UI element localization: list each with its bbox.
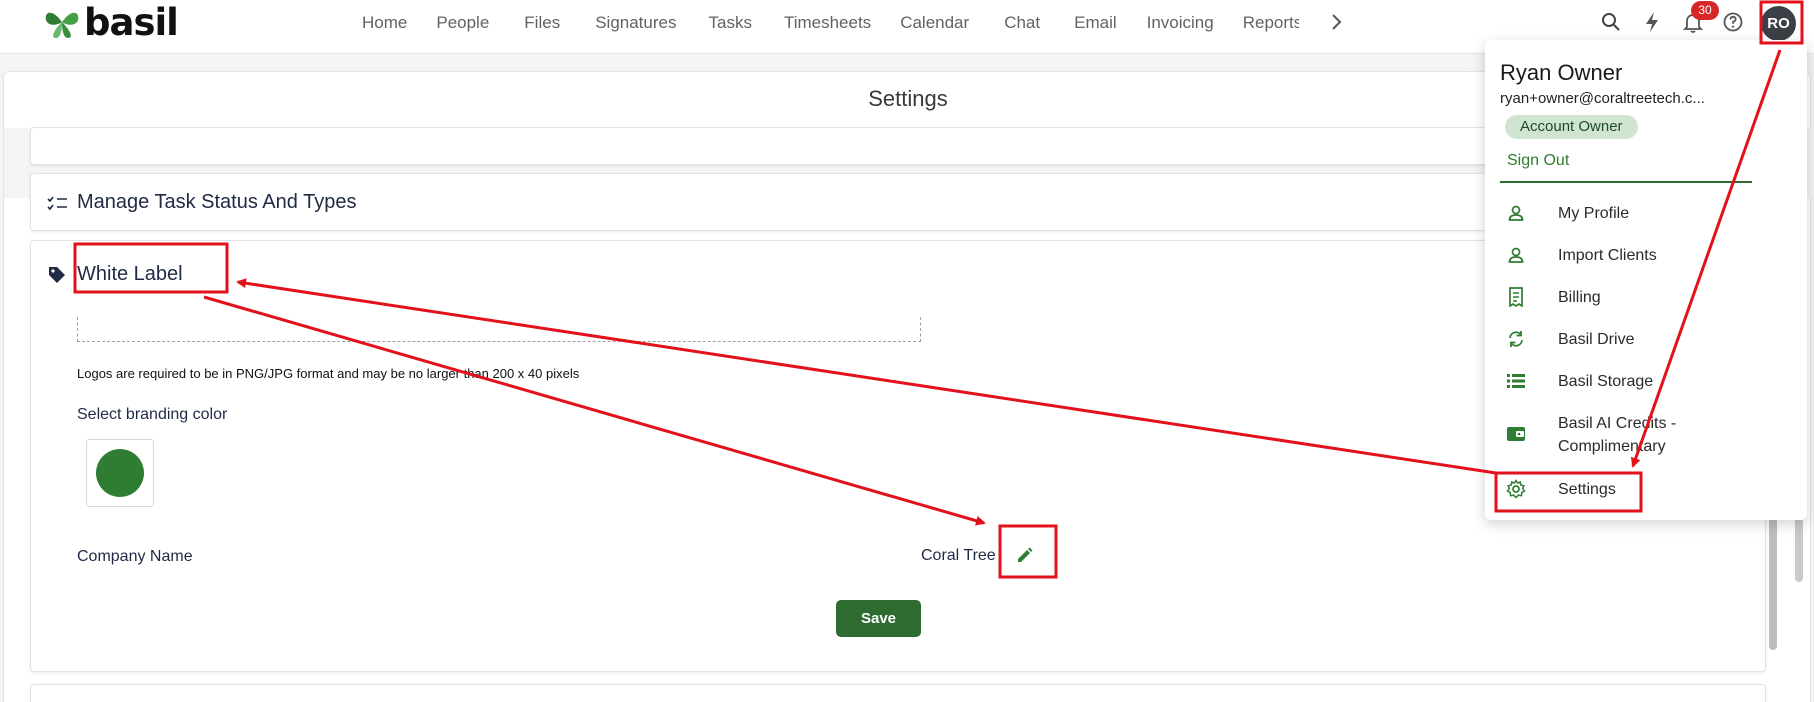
checklist-icon [47,193,69,213]
help-icon[interactable] [1719,8,1747,36]
main-nav: Home People Files Signatures Tasks Times… [350,12,1299,34]
nav-tasks[interactable]: Tasks [708,12,751,34]
nav-files[interactable]: Files [524,12,560,34]
logo-requirements-text: Logos are required to be in PNG/JPG form… [77,366,580,381]
menu-item-basil-ai-credits[interactable]: Basil AI Credits - Complimentary [1500,412,1740,458]
branding-color-label: Select branding color [77,406,228,423]
user-email: ryan+owner@coraltreetech.c... [1500,90,1705,107]
menu-item-label: My Profile [1558,205,1630,222]
save-button[interactable]: Save [836,600,921,637]
nav-chat[interactable]: Chat [1004,12,1040,34]
branding-color-picker[interactable] [86,439,154,507]
task-status-title: Manage Task Status And Types [77,191,357,213]
lightning-icon[interactable] [1638,8,1666,36]
nav-timesheets[interactable]: Timesheets [784,12,871,34]
nav-home[interactable]: Home [362,12,407,34]
tag-icon [47,265,69,285]
menu-item-basil-storage[interactable]: Basil Storage [1500,370,1780,393]
user-dropdown-menu: Ryan Owner ryan+owner@coraltreetech.c...… [1485,40,1807,520]
gear-icon [1504,478,1528,500]
account-role-badge: Account Owner [1505,115,1638,139]
logo-upload-dropzone[interactable] [77,317,921,342]
company-name-label: Company Name [77,548,193,565]
menu-item-label: Basil Storage [1558,373,1654,390]
panel-scrollbar[interactable] [1769,518,1777,650]
menu-item-label: Basil AI Credits - Complimentary [1558,415,1677,455]
nav-scroll-right-icon[interactable] [1328,11,1346,33]
pencil-icon [1018,547,1033,562]
wallet-icon [1504,423,1528,445]
menu-item-label: Import Clients [1558,247,1657,264]
edit-company-name-button[interactable] [1012,542,1038,568]
menu-item-label: Basil Drive [1558,331,1635,348]
menu-item-basil-drive[interactable]: Basil Drive [1500,328,1780,351]
basil-leaf-icon [45,12,79,38]
white-label-title: White Label [77,263,183,285]
sync-icon [1504,328,1528,350]
menu-item-label: Billing [1558,289,1601,306]
company-name-value: Coral Tree [921,547,996,564]
nav-email[interactable]: Email [1074,12,1117,34]
nav-calendar[interactable]: Calendar [900,12,969,34]
logo-text: basil [84,0,179,44]
nav-people[interactable]: People [436,12,489,34]
sign-out-link[interactable]: Sign Out [1507,152,1569,170]
collapsed-panel-bottom [30,684,1766,702]
menu-item-billing[interactable]: Billing [1500,286,1780,309]
menu-divider [1500,181,1752,183]
list-icon [1504,370,1528,392]
person-icon [1504,244,1528,266]
person-icon [1504,202,1528,224]
user-avatar[interactable]: RO [1761,6,1796,41]
user-name: Ryan Owner [1500,60,1623,85]
nav-reports[interactable]: Reports [1243,12,1299,34]
nav-invoicing[interactable]: Invoicing [1147,12,1214,34]
branding-color-swatch [96,449,144,497]
menu-item-import-clients[interactable]: Import Clients [1500,244,1780,267]
menu-item-label: Settings [1558,481,1616,498]
menu-item-settings[interactable]: Settings [1500,478,1780,501]
search-icon[interactable] [1597,8,1625,36]
nav-signatures[interactable]: Signatures [595,12,676,34]
receipt-icon [1504,286,1528,308]
basil-logo[interactable]: basil [42,0,179,44]
menu-item-my-profile[interactable]: My Profile [1500,202,1780,225]
notification-badge: 30 [1691,1,1719,20]
